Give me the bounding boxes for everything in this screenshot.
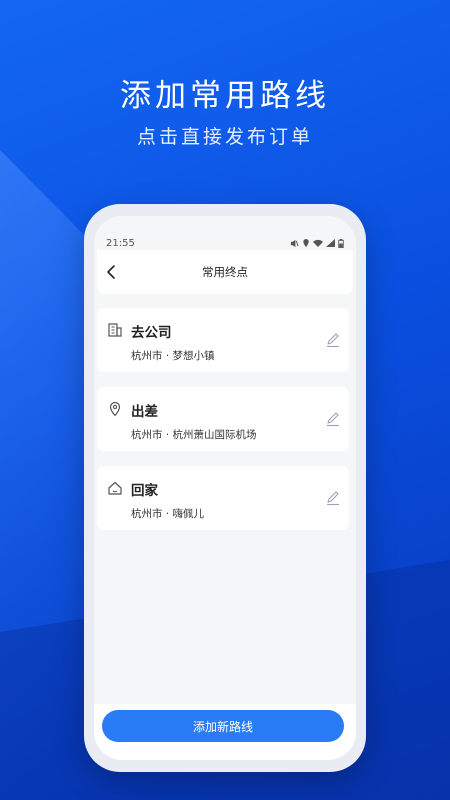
route-card-company[interactable]: 去公司 杭州市 · 梦想小镇 <box>97 308 349 372</box>
route-card-home[interactable]: 回家 杭州市 · 嗨佩儿 <box>97 466 349 530</box>
route-address: 杭州市 · 嗨佩儿 <box>131 508 205 520</box>
bottom-action-bar: 添加新路线 <box>94 704 356 760</box>
mute-icon <box>290 239 299 247</box>
route-name: 出差 <box>131 404 158 420</box>
home-icon <box>108 481 122 495</box>
phone-screen: 21:55 常用终点 去公司 杭州市 · 梦想小镇 出差 杭州市 · 杭州萧山国… <box>94 216 356 760</box>
edit-icon[interactable] <box>325 411 341 427</box>
building-icon <box>108 323 122 337</box>
wifi-icon <box>313 239 323 247</box>
status-bar: 21:55 <box>106 236 344 250</box>
top-navbar: 常用终点 <box>97 250 353 294</box>
route-name: 去公司 <box>131 325 172 341</box>
location-icon <box>303 238 309 247</box>
hero-title: 添加常用路线 <box>120 78 330 114</box>
location-pin-icon <box>109 401 121 417</box>
add-route-button[interactable]: 添加新路线 <box>102 710 344 742</box>
status-time: 21:55 <box>106 237 135 249</box>
edit-icon[interactable] <box>325 332 341 348</box>
back-button[interactable] <box>99 260 123 284</box>
signal-icon <box>326 239 335 247</box>
route-card-business-trip[interactable]: 出差 杭州市 · 杭州萧山国际机场 <box>97 387 349 451</box>
hero-subtitle: 点击直接发布订单 <box>136 126 313 148</box>
status-icons <box>290 238 344 248</box>
route-address: 杭州市 · 梦想小镇 <box>131 350 215 362</box>
edit-icon[interactable] <box>325 490 341 506</box>
phone-frame: 21:55 常用终点 去公司 杭州市 · 梦想小镇 出差 杭州市 · 杭州萧山国… <box>84 204 366 772</box>
route-address: 杭州市 · 杭州萧山国际机场 <box>131 429 257 441</box>
battery-icon <box>338 238 344 248</box>
page-title: 常用终点 <box>202 265 248 279</box>
chevron-left-icon <box>107 265 115 279</box>
route-name: 回家 <box>131 483 158 499</box>
